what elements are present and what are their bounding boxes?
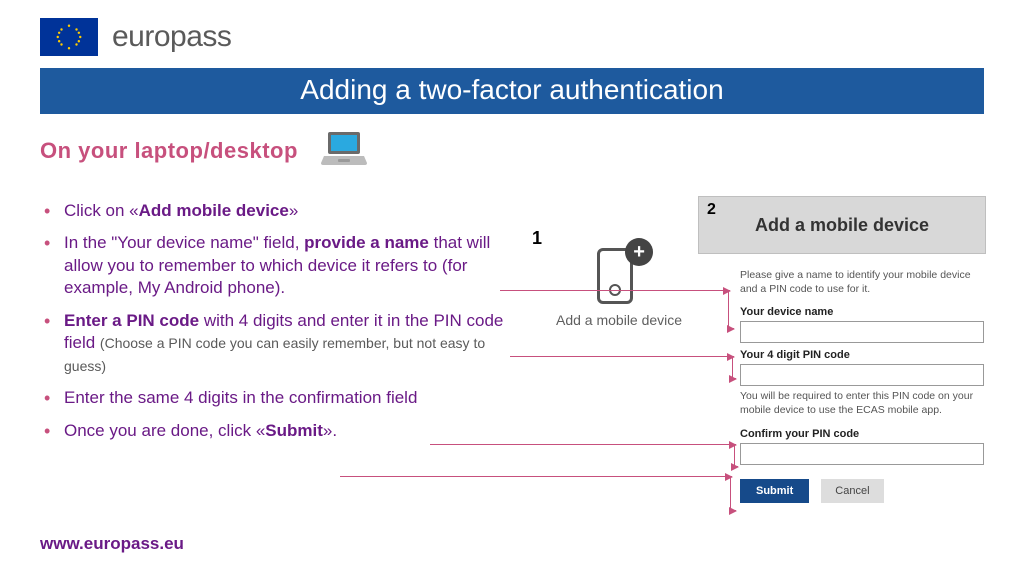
- arrow-icon: [430, 444, 736, 445]
- arrow-icon: [510, 356, 734, 357]
- bullet-3: Enter a PIN code with 4 digits and enter…: [60, 310, 530, 377]
- arrow-icon: [340, 476, 732, 477]
- form-intro: Please give a name to identify your mobi…: [740, 268, 984, 296]
- subtitle-text: On your laptop/desktop: [40, 138, 298, 164]
- cancel-button[interactable]: Cancel: [821, 479, 883, 503]
- step-number-1: 1: [532, 228, 542, 249]
- device-form: Please give a name to identify your mobi…: [740, 268, 984, 503]
- brand-name: europass: [112, 20, 231, 54]
- text-bold: provide a name: [304, 233, 429, 252]
- callout-1-label: Add a mobile device: [556, 312, 682, 328]
- step-number-2: 2: [707, 201, 716, 219]
- panel-add-mobile-device: 2 Add a mobile device: [698, 196, 986, 254]
- arrow-icon: [500, 290, 730, 291]
- bullet-4: Enter the same 4 digits in the confirmat…: [60, 387, 530, 409]
- bullet-1: Click on «Add mobile device»: [60, 200, 530, 222]
- laptop-icon: [320, 128, 368, 174]
- label-confirm-pin: Confirm your PIN code: [740, 428, 984, 440]
- arrow-icon: [730, 476, 731, 510]
- bullet-2: In the "Your device name" field, provide…: [60, 232, 530, 299]
- submit-button[interactable]: Submit: [740, 479, 809, 503]
- callout-2-label: Add a mobile device: [755, 215, 929, 236]
- text: »: [289, 201, 298, 220]
- text: Click on «: [64, 201, 139, 220]
- instruction-list: Click on «Add mobile device» In the "You…: [0, 200, 530, 442]
- arrow-icon: [730, 510, 736, 511]
- text: In the "Your device name" field,: [64, 233, 304, 252]
- arrow-icon: [732, 378, 736, 379]
- input-device-name[interactable]: [740, 321, 984, 343]
- text-bold: Enter a PIN code: [64, 311, 199, 330]
- footer-url: www.europass.eu: [40, 534, 184, 554]
- text-bold: Add mobile device: [139, 201, 289, 220]
- arrow-icon: [728, 328, 734, 329]
- arrow-icon: [734, 466, 738, 467]
- callout-add-mobile-device: 1 + Add a mobile device: [556, 248, 682, 328]
- eu-flag-icon: [40, 18, 98, 56]
- logo-bar: europass: [0, 0, 1024, 68]
- note-text: (Choose a PIN code you can easily rememb…: [64, 335, 485, 373]
- text: Once you are done, click «: [64, 421, 265, 440]
- mobile-plus-icon: +: [597, 248, 641, 306]
- hint-pin: You will be required to enter this PIN c…: [740, 390, 984, 417]
- text-bold: Submit: [265, 421, 323, 440]
- text: ».: [323, 421, 337, 440]
- input-pin[interactable]: [740, 364, 984, 386]
- label-pin: Your 4 digit PIN code: [740, 349, 984, 361]
- input-confirm-pin[interactable]: [740, 443, 984, 465]
- section-subtitle: On your laptop/desktop: [0, 114, 1024, 174]
- label-device-name: Your device name: [740, 306, 984, 318]
- bullet-5: Once you are done, click «Submit».: [60, 420, 530, 442]
- page-title: Adding a two-factor authentication: [40, 68, 984, 114]
- arrow-icon: [728, 290, 729, 328]
